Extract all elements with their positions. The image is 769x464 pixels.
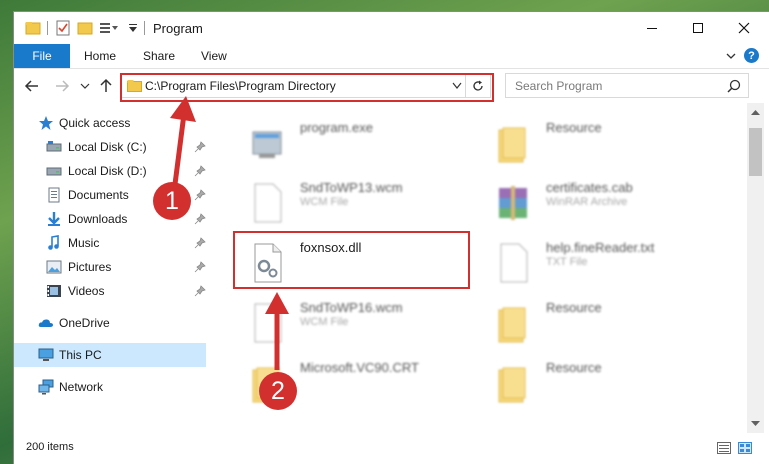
annotation-arrows: [170, 96, 289, 370]
arrow-1-head: [170, 96, 196, 122]
step-2-badge: 2: [259, 372, 297, 410]
arrow-1-shaft: [171, 113, 187, 193]
arrow-2-head: [265, 292, 289, 314]
step-1-badge: 1: [153, 182, 191, 220]
